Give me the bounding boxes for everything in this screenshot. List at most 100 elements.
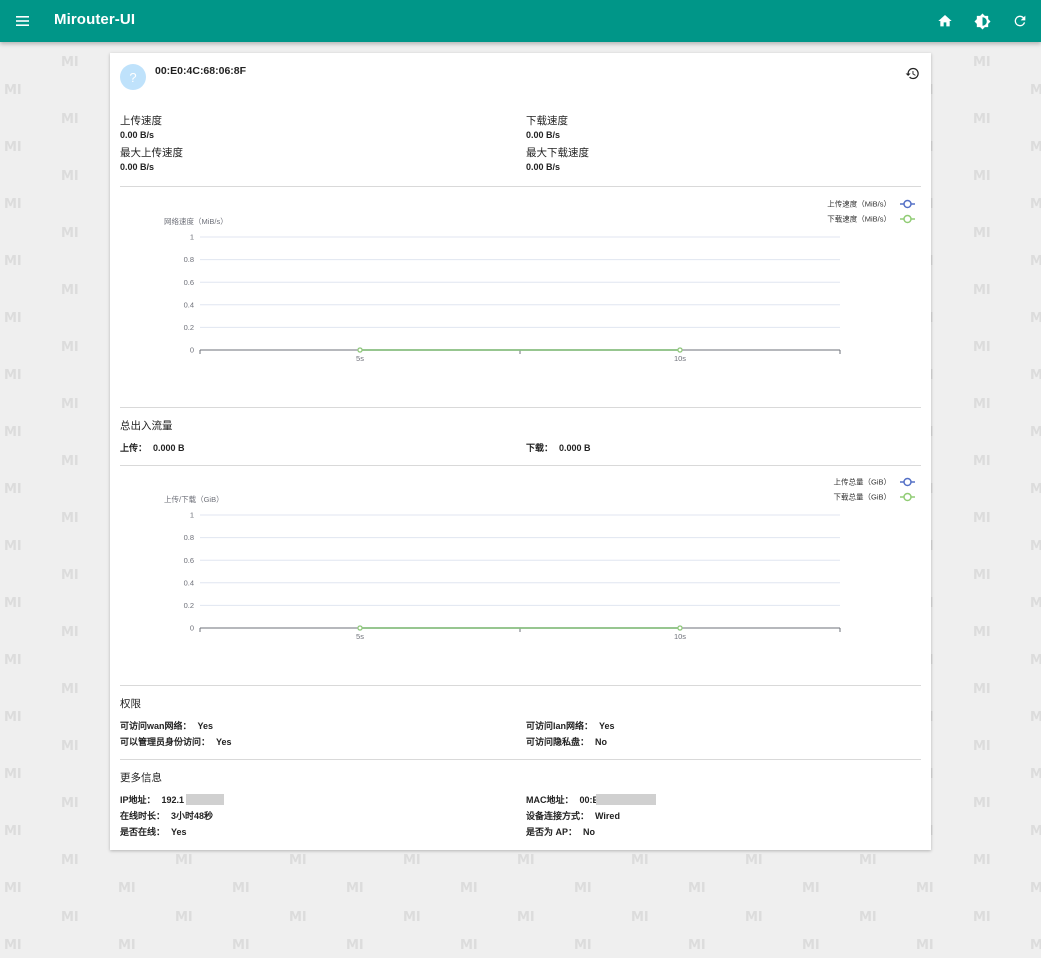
ip-address-row: IP地址： 192.1 <box>120 793 184 806</box>
divider <box>120 465 921 466</box>
y-tick-label: 1 <box>190 233 194 242</box>
connection-type-value: Wired <box>595 811 620 821</box>
legend-marker <box>903 492 912 502</box>
x-tick-label: 5s <box>356 632 364 641</box>
admin-access-value: Yes <box>216 737 232 747</box>
total-upload-key: 上传： <box>120 443 148 453</box>
admin-access-key: 可以管理员身份访问： <box>120 737 211 747</box>
max-upload-speed-label: 最大上传速度 <box>120 147 183 159</box>
app-title: Mirouter-UI <box>54 11 136 28</box>
refresh-button[interactable] <box>1008 9 1032 33</box>
online-time-key: 在线时长： <box>120 811 166 821</box>
max-download-speed-value: 0.00 B/s <box>526 162 561 172</box>
history-icon <box>905 67 919 79</box>
online-time-value: 3小时48秒 <box>171 811 214 821</box>
is-online-key: 是否在线： <box>120 827 166 837</box>
divider <box>120 685 921 686</box>
permissions-title: 权限 <box>120 698 141 710</box>
private-disk-access-key: 可访问隐私盘： <box>526 737 590 747</box>
total-upload-row: 上传： 0.000 B <box>120 441 185 454</box>
data-point <box>677 347 683 353</box>
legend-marker <box>903 199 912 209</box>
network-speed-chart: 上传速度（MiB/s） 下载速度（MiB/s） 网络速度（MiB/s） 1 0.8 0.6… <box>164 199 915 363</box>
y-tick-label: 0.6 <box>184 556 194 565</box>
y-tick-label: 0.4 <box>184 300 194 309</box>
y-tick-label: 0.4 <box>184 578 194 587</box>
legend-marker <box>903 214 912 224</box>
refresh-icon <box>1014 15 1026 27</box>
x-tick-label: 10s <box>674 632 686 641</box>
divider <box>120 407 921 408</box>
wan-access-key: 可访问wan网络： <box>120 721 192 731</box>
mac-address-key: MAC地址： <box>526 795 574 805</box>
ip-address-value: 192.1 <box>161 795 185 805</box>
data-point <box>357 625 363 631</box>
y-tick-label: 1 <box>190 511 194 520</box>
y-axis-title: 网络速度（MiB/s） <box>164 216 228 226</box>
is-ap-key: 是否为 AP： <box>526 827 578 837</box>
admin-access-row: 可以管理员身份访问： Yes <box>120 735 232 748</box>
legend-label: 下载速度（MiB/s） <box>827 214 891 224</box>
history-button[interactable] <box>902 63 922 83</box>
y-tick-label: 0 <box>190 624 194 633</box>
upload-speed-value: 0.00 B/s <box>120 130 155 140</box>
total-download-key: 下载： <box>526 443 554 453</box>
ip-redaction <box>186 794 224 805</box>
device-detail-card: ? 00:E0:4C:68:06:8F 上传速度 0.00 B/s 最大上传速度… <box>110 53 931 850</box>
data-point <box>677 625 683 631</box>
home-icon <box>938 15 952 27</box>
wan-access-row: 可访问wan网络： Yes <box>120 719 213 732</box>
connection-type-row: 设备连接方式： Wired <box>526 809 620 822</box>
ip-address-key: IP地址： <box>120 795 156 805</box>
theme-icon <box>973 12 991 30</box>
total-traffic-chart: 上传总量（GiB） 下载总量（GiB） 上传/下载（GiB） 1 0.8 0.6 0.4 0.… <box>164 477 915 641</box>
y-tick-label: 0.8 <box>184 255 194 264</box>
legend-label: 下载总量（GiB） <box>833 492 891 502</box>
menu-icon <box>16 16 29 26</box>
home-button[interactable] <box>933 9 957 33</box>
total-download-row: 下载： 0.000 B <box>526 441 591 454</box>
total-traffic-title: 总出入流量 <box>120 420 173 432</box>
y-tick-label: 0.8 <box>184 533 194 542</box>
x-tick-label: 5s <box>356 354 364 363</box>
lan-access-value: Yes <box>599 721 615 731</box>
max-upload-speed-value: 0.00 B/s <box>120 162 155 172</box>
private-disk-access-row: 可访问隐私盘： No <box>526 735 607 748</box>
y-axis-title: 上传/下载（GiB） <box>164 494 224 504</box>
lan-access-row: 可访问lan网络： Yes <box>526 719 615 732</box>
legend-marker <box>903 477 912 487</box>
device-avatar: ? <box>120 64 146 90</box>
mac-address-row: MAC地址： 00:E <box>526 793 599 806</box>
total-upload-value: 0.000 B <box>153 443 185 453</box>
legend-label: 上传速度（MiB/s） <box>827 199 891 209</box>
app-bar: Mirouter-UI <box>0 0 1041 42</box>
is-online-row: 是否在线： Yes <box>120 825 187 838</box>
divider <box>120 186 921 187</box>
legend-label: 上传总量（GiB） <box>833 477 891 487</box>
wan-access-value: Yes <box>197 721 214 731</box>
total-download-value: 0.000 B <box>559 443 591 453</box>
mac-redaction <box>596 794 656 805</box>
connection-type-key: 设备连接方式： <box>526 811 590 821</box>
online-time-row: 在线时长： 3小时48秒 <box>120 809 213 822</box>
unknown-device-icon: ? <box>129 69 137 85</box>
menu-button[interactable] <box>11 9 35 33</box>
y-tick-label: 0.2 <box>184 601 194 610</box>
max-download-speed-label: 最大下载速度 <box>526 147 589 159</box>
device-mac-title: 00:E0:4C:68:06:8F <box>155 65 247 77</box>
is-online-value: Yes <box>171 827 187 837</box>
theme-toggle-button[interactable] <box>970 9 994 33</box>
is-ap-row: 是否为 AP： No <box>526 825 595 838</box>
lan-access-key: 可访问lan网络： <box>526 721 594 731</box>
download-speed-value: 0.00 B/s <box>526 130 561 140</box>
private-disk-access-value: No <box>595 737 608 747</box>
data-point <box>357 347 363 353</box>
more-info-title: 更多信息 <box>120 772 162 784</box>
divider <box>120 759 921 760</box>
y-tick-label: 0 <box>190 346 194 355</box>
upload-speed-label: 上传速度 <box>120 115 162 127</box>
y-tick-label: 0.6 <box>184 278 194 287</box>
is-ap-value: No <box>583 827 596 837</box>
y-tick-label: 0.2 <box>184 323 194 332</box>
download-speed-label: 下载速度 <box>526 115 568 127</box>
